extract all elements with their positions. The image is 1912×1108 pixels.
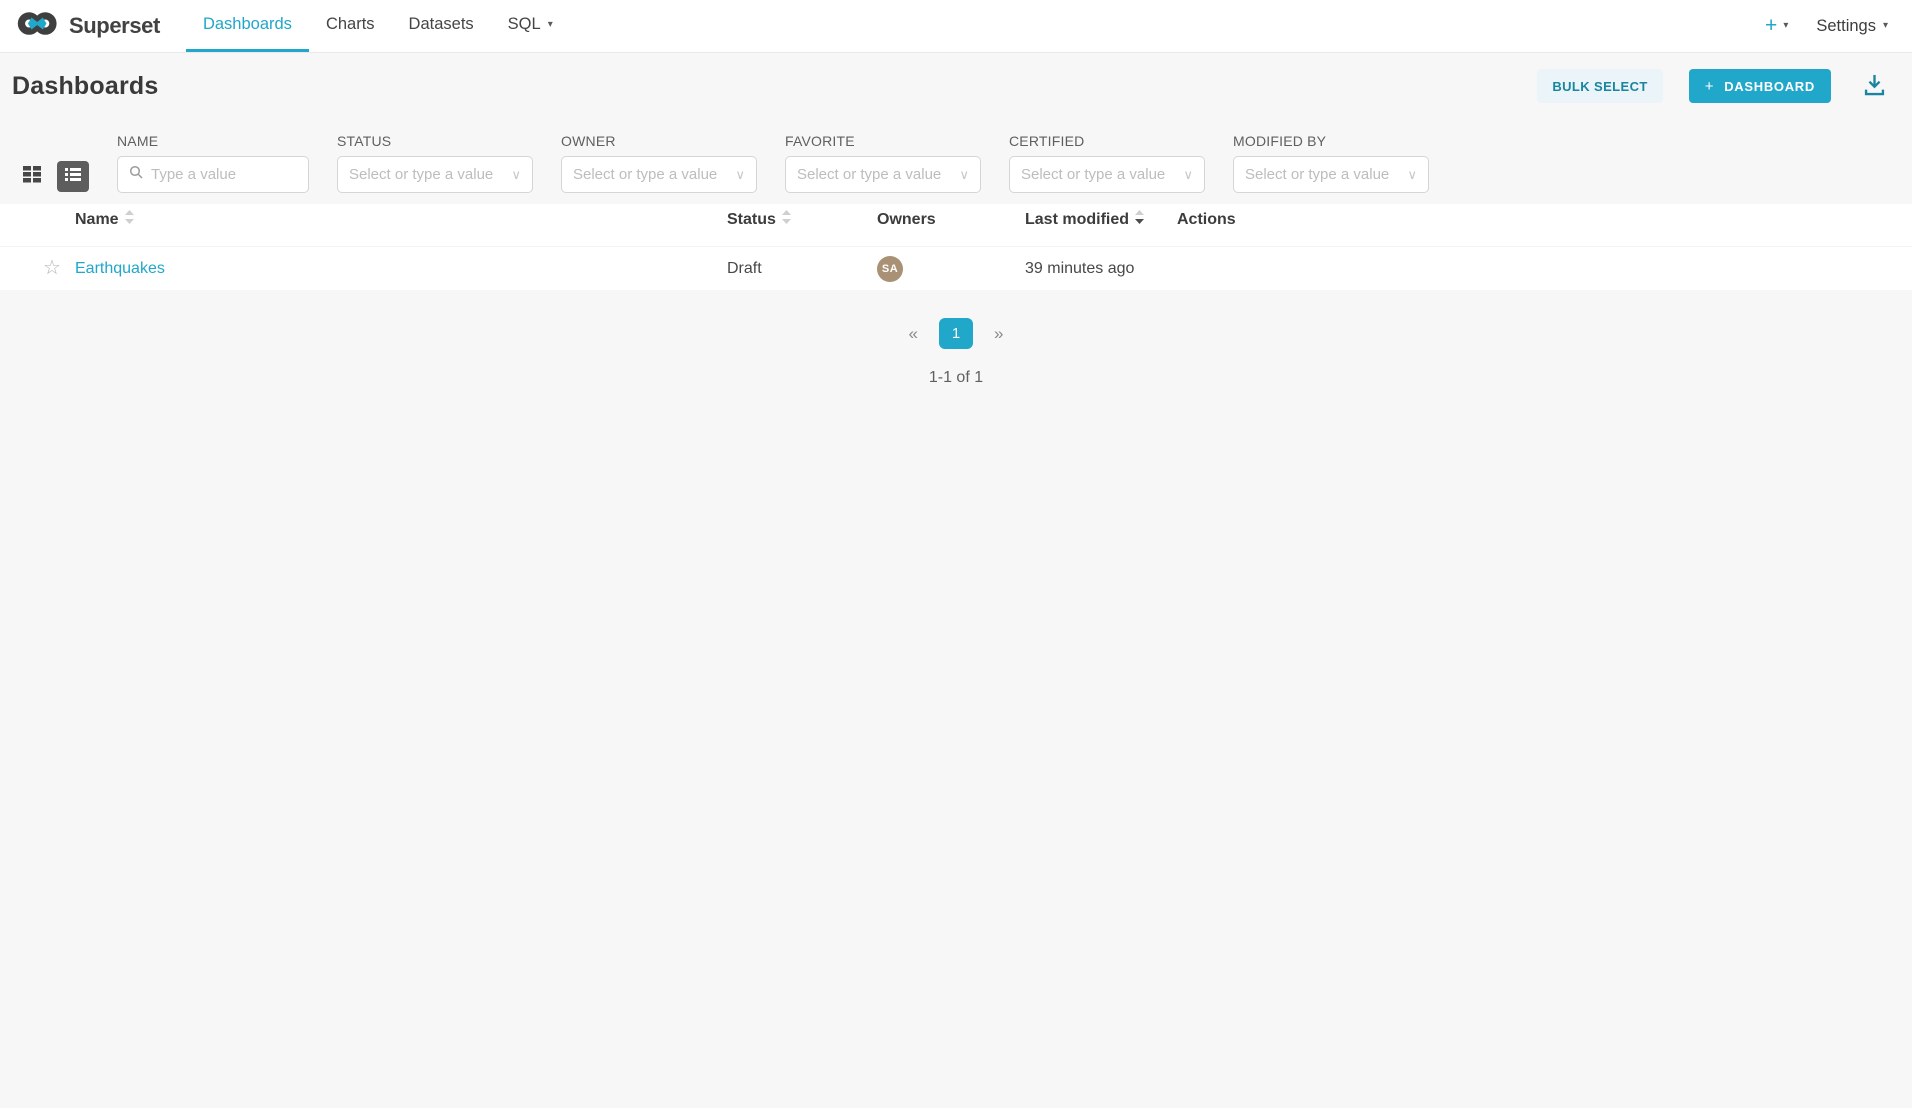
nav-item-label: Datasets — [409, 15, 474, 34]
row-count-summary: 1-1 of 1 — [0, 369, 1912, 387]
last-modified-cell: 39 minutes ago — [1025, 260, 1177, 278]
page-title: Dashboards — [12, 72, 158, 101]
page-1-button[interactable]: 1 — [939, 318, 973, 349]
column-label: Status — [727, 211, 776, 229]
table-row: ☆ Earthquakes Draft SA 39 minutes ago — [0, 247, 1912, 290]
name-filter-input[interactable] — [151, 166, 297, 183]
chevron-down-icon: ▾ — [548, 20, 553, 30]
previous-page-button[interactable]: « — [909, 324, 918, 344]
pagination: « 1 » — [0, 318, 1912, 349]
select-placeholder: Select or type a value — [797, 166, 941, 183]
superset-logo-icon — [17, 9, 59, 43]
column-header-owners: Owners — [877, 211, 1025, 229]
select-placeholder: Select or type a value — [349, 166, 493, 183]
column-label: Owners — [877, 211, 936, 229]
name-filter-searchbox[interactable] — [117, 156, 309, 193]
new-dashboard-button[interactable]: + DASHBOARD — [1689, 69, 1831, 103]
filter-status: STATUS Select or type a value ∨ — [337, 133, 533, 193]
dashboard-link-earthquakes[interactable]: Earthquakes — [75, 260, 165, 277]
filter-label: STATUS — [337, 133, 533, 149]
chevron-down-icon: ∨ — [511, 167, 521, 183]
select-placeholder: Select or type a value — [1021, 166, 1165, 183]
sort-icon — [125, 210, 134, 230]
page-header: Dashboards BULK SELECT + DASHBOARD — [0, 53, 1912, 103]
favorite-cell: ☆ — [0, 258, 75, 279]
favorite-filter-select[interactable]: Select or type a value ∨ — [785, 156, 981, 193]
nav-item-label: Dashboards — [203, 15, 292, 34]
import-dashboard-button[interactable] — [1861, 71, 1888, 101]
top-navbar: Superset Dashboards Charts Datasets SQL … — [0, 0, 1912, 53]
list-view-toggle[interactable] — [57, 161, 89, 192]
plus-icon: + — [1765, 14, 1777, 38]
chevron-down-icon: ∨ — [1183, 167, 1193, 183]
column-header-actions: Actions — [1177, 211, 1912, 229]
owners-cell: SA — [877, 256, 1025, 282]
filter-favorite: FAVORITE Select or type a value ∨ — [785, 133, 981, 193]
chevron-down-icon: ∨ — [1407, 167, 1417, 183]
header-actions: BULK SELECT + DASHBOARD — [1537, 69, 1888, 103]
column-label: Actions — [1177, 211, 1236, 229]
card-view-toggle[interactable] — [17, 161, 47, 192]
new-dashboard-label: DASHBOARD — [1724, 79, 1815, 94]
main-nav-menu: Dashboards Charts Datasets SQL ▾ — [186, 0, 570, 52]
nav-item-sql[interactable]: SQL ▾ — [491, 0, 570, 52]
nav-item-dashboards[interactable]: Dashboards — [186, 0, 309, 52]
favorite-star-icon[interactable]: ☆ — [43, 257, 61, 279]
filter-label: NAME — [117, 133, 309, 149]
column-header-name[interactable]: Name — [75, 210, 727, 230]
table-header-row: Name Status Owners Last modified — [0, 204, 1912, 247]
next-page-button[interactable]: » — [994, 324, 1003, 344]
nav-item-label: Charts — [326, 15, 375, 34]
nav-item-charts[interactable]: Charts — [309, 0, 392, 52]
modified-by-filter-select[interactable]: Select or type a value ∨ — [1233, 156, 1429, 193]
filter-label: OWNER — [561, 133, 757, 149]
chevron-down-icon: ▾ — [1883, 21, 1888, 31]
filter-name: NAME — [117, 133, 309, 193]
owner-filter-select[interactable]: Select or type a value ∨ — [561, 156, 757, 193]
select-placeholder: Select or type a value — [573, 166, 717, 183]
chevron-down-icon: ▾ — [1783, 21, 1788, 31]
status-filter-select[interactable]: Select or type a value ∨ — [337, 156, 533, 193]
chevron-down-icon: ∨ — [959, 167, 969, 183]
sort-desc-icon — [1135, 210, 1144, 230]
dashboards-table: Name Status Owners Last modified — [0, 204, 1912, 290]
sort-icon — [782, 210, 791, 230]
column-header-last-modified[interactable]: Last modified — [1025, 210, 1177, 230]
filter-bar: NAME STATUS Select or type a value ∨ OWN… — [0, 133, 1912, 193]
column-label: Last modified — [1025, 211, 1129, 229]
card-view-icon — [21, 163, 43, 190]
settings-label: Settings — [1816, 17, 1876, 36]
navbar-right: + ▾ Settings ▾ — [1765, 0, 1888, 52]
column-label: Name — [75, 211, 119, 229]
nav-item-datasets[interactable]: Datasets — [392, 0, 491, 52]
nav-item-label: SQL — [508, 15, 541, 34]
settings-menu[interactable]: Settings ▾ — [1816, 17, 1888, 36]
filter-label: CERTIFIED — [1009, 133, 1205, 149]
view-mode-toggles — [17, 161, 89, 193]
dashboard-name-cell: Earthquakes — [75, 260, 727, 278]
list-view-icon — [63, 164, 83, 189]
certified-filter-select[interactable]: Select or type a value ∨ — [1009, 156, 1205, 193]
select-placeholder: Select or type a value — [1245, 166, 1389, 183]
filter-label: FAVORITE — [785, 133, 981, 149]
search-icon — [129, 165, 143, 184]
column-header-status[interactable]: Status — [727, 210, 877, 230]
status-cell: Draft — [727, 260, 877, 278]
filter-owner: OWNER Select or type a value ∨ — [561, 133, 757, 193]
brand-name: Superset — [69, 13, 160, 39]
bulk-select-button[interactable]: BULK SELECT — [1537, 69, 1662, 103]
chevron-down-icon: ∨ — [735, 167, 745, 183]
import-icon — [1861, 71, 1888, 101]
filter-certified: CERTIFIED Select or type a value ∨ — [1009, 133, 1205, 193]
owner-avatar[interactable]: SA — [877, 256, 903, 282]
plus-icon: + — [1705, 78, 1714, 95]
new-item-menu[interactable]: + ▾ — [1765, 14, 1788, 38]
filter-label: MODIFIED BY — [1233, 133, 1429, 149]
superset-brand[interactable]: Superset — [17, 0, 160, 52]
filter-modified-by: MODIFIED BY Select or type a value ∨ — [1233, 133, 1429, 193]
